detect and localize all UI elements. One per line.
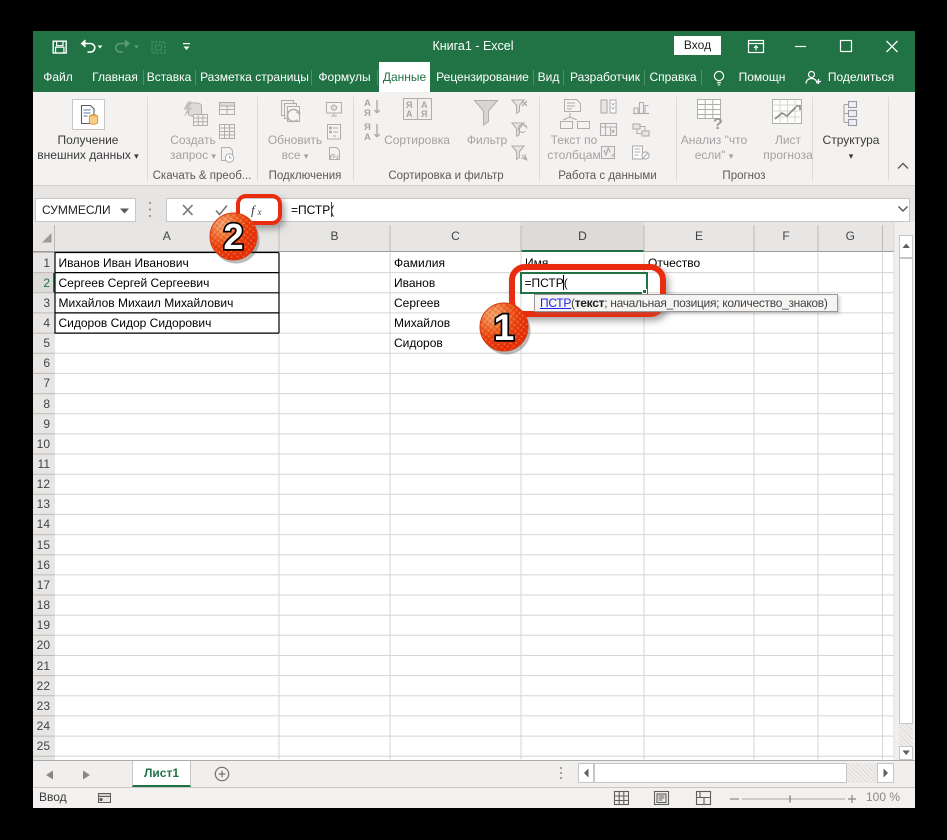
svg-text:Я: Я (364, 108, 371, 119)
svg-text:2: 2 (224, 216, 244, 257)
svg-text:А: А (406, 109, 413, 119)
svg-text:А: А (364, 132, 371, 143)
svg-text:?: ? (713, 116, 723, 133)
svg-text:Я: Я (421, 109, 427, 119)
svg-text:1: 1 (493, 306, 514, 348)
